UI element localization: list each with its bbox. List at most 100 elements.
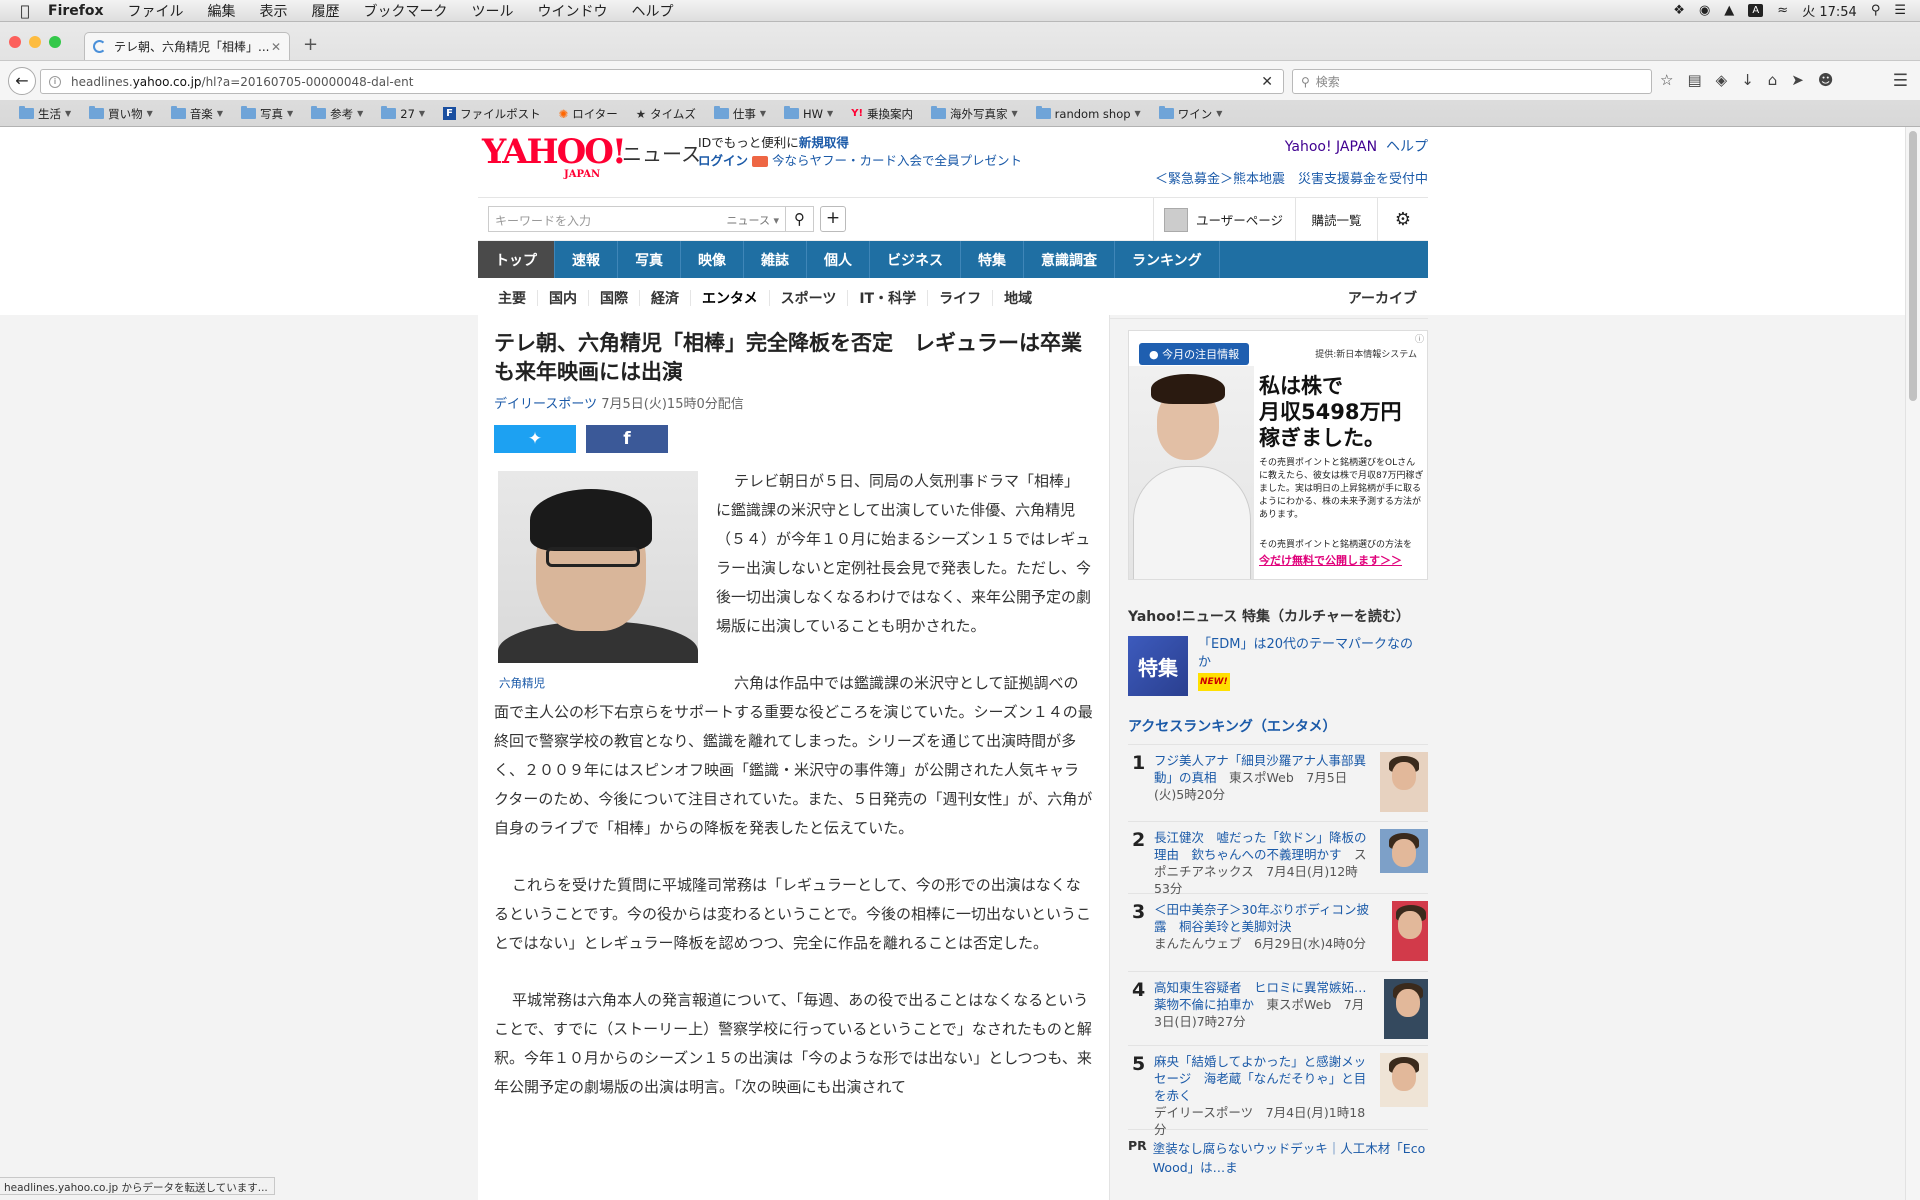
cat-sports[interactable]: スポーツ — [770, 290, 849, 307]
notification-center-icon[interactable]: ☰ — [1894, 3, 1906, 18]
cat-life[interactable]: ライフ — [928, 290, 994, 307]
ranking-thumbnail[interactable] — [1380, 752, 1428, 812]
bookmark-star-icon[interactable]: ☆ — [1660, 71, 1673, 89]
search-button[interactable]: ⚲ — [786, 206, 814, 232]
feature-link[interactable]: 「EDM」は20代のテーマパークなのか NEW! — [1198, 636, 1423, 696]
gnav-photo[interactable]: 写真 — [618, 241, 681, 278]
bookmark-folder[interactable]: 生活 ▼ — [10, 106, 80, 122]
user-page-link[interactable]: ユーザーページ — [1153, 198, 1293, 241]
search-scope-select[interactable]: ニュース ▾ — [727, 212, 779, 228]
gnav-survey[interactable]: 意識調査 — [1024, 241, 1115, 278]
ranking-link[interactable]: フジ美人アナ「細貝沙羅アナ人事部異動」の真相 東スポWeb 7月5日(火)5時2… — [1154, 752, 1372, 814]
ranking-thumbnail[interactable] — [1392, 901, 1428, 961]
gnav-business[interactable]: ビジネス — [870, 241, 961, 278]
menu-bookmarks[interactable]: ブックマーク — [352, 1, 460, 21]
stop-loading-icon[interactable]: ✕ — [1261, 74, 1273, 90]
close-tab-icon[interactable]: ✕ — [271, 40, 281, 54]
back-button[interactable]: ← — [8, 67, 36, 95]
cat-it-science[interactable]: IT・科学 — [848, 290, 929, 307]
twitter-share-button[interactable]: ✦ — [494, 425, 576, 453]
ad-info-icon[interactable]: ⓘ — [1415, 332, 1424, 345]
wifi-signal-icon[interactable]: ▲ — [1724, 3, 1734, 18]
ranking-thumbnail[interactable] — [1380, 829, 1428, 873]
minimize-window-button[interactable] — [29, 36, 41, 48]
gnav-feature[interactable]: 特集 — [961, 241, 1024, 278]
ranking-item[interactable]: 5 麻央「結婚してよかった」と感謝メッセージ 海老蔵「なんだそりゃ」と目を赤くデ… — [1128, 1046, 1428, 1137]
section-name[interactable]: ニュース — [622, 138, 701, 167]
menu-tools[interactable]: ツール — [460, 1, 526, 21]
cat-main[interactable]: 主要 — [478, 290, 538, 307]
pr-item[interactable]: PR 塗装なし腐らないウッドデッキ｜人工木材「Eco Wood」は…ま — [1128, 1130, 1428, 1176]
bookmark-folder[interactable]: 音楽 ▼ — [162, 106, 232, 122]
gnav-top[interactable]: トップ — [478, 241, 555, 278]
ranking-item[interactable]: 1 フジ美人アナ「細貝沙羅アナ人事部異動」の真相 東スポWeb 7月5日(火)5… — [1128, 745, 1428, 822]
scrollbar-thumb[interactable] — [1909, 131, 1917, 401]
page-scrollbar[interactable] — [1905, 127, 1920, 1200]
menu-file[interactable]: ファイル — [116, 1, 196, 21]
gnav-individual[interactable]: 個人 — [807, 241, 870, 278]
bookmark-link[interactable]: ✺ ロイター — [550, 106, 627, 122]
zoom-window-button[interactable] — [49, 36, 61, 48]
menu-edit[interactable]: 編集 — [196, 1, 248, 21]
add-button[interactable]: + — [820, 206, 846, 232]
cat-international[interactable]: 国際 — [589, 290, 640, 307]
ad-link[interactable]: 今だけ無料で公開します＞＞ — [1259, 552, 1402, 568]
feature-thumbnail[interactable]: 特集 — [1128, 636, 1188, 696]
gnav-flash[interactable]: 速報 — [555, 241, 618, 278]
bookmark-folder[interactable]: ワイン ▼ — [1150, 106, 1232, 122]
close-window-button[interactable] — [9, 36, 21, 48]
apple-icon[interactable]:  — [14, 2, 36, 20]
menu-app-name[interactable]: Firefox — [36, 3, 116, 19]
cat-region[interactable]: 地域 — [993, 290, 1043, 307]
gear-icon[interactable]: ⚙ — [1377, 198, 1428, 241]
bookmark-folder[interactable]: 仕事 ▼ — [705, 106, 775, 122]
promo-link[interactable]: 今ならヤフー・カード入会で全員プレゼント — [772, 153, 1022, 168]
creative-cloud-icon[interactable]: ◉ — [1699, 3, 1710, 18]
register-link[interactable]: 新規取得 — [799, 135, 849, 150]
cat-entertainment[interactable]: エンタメ — [691, 290, 770, 319]
ranking-item[interactable]: 3 ＜田中美奈子＞30年ぶりボディコン披露 桐谷美玲と美脚対決 まんたんウェブ 6… — [1128, 894, 1428, 972]
bookmark-folder[interactable]: 買い物 ▼ — [80, 106, 162, 122]
bookmark-link[interactable]: Y! 乗換案内 — [842, 106, 922, 122]
archive-link[interactable]: アーカイブ — [1337, 290, 1428, 307]
menu-help[interactable]: ヘルプ — [620, 1, 686, 21]
input-method-icon[interactable]: A — [1748, 4, 1764, 17]
bookmark-folder[interactable]: 参考 ▼ — [302, 106, 372, 122]
bookmark-folder[interactable]: 写真 ▼ — [232, 106, 302, 122]
home-icon[interactable]: ⌂ — [1768, 71, 1778, 89]
bookmark-folder[interactable]: HW ▼ — [775, 106, 842, 121]
cat-domestic[interactable]: 国内 — [538, 290, 589, 307]
bookmark-link[interactable]: F ファイルポスト — [434, 106, 550, 122]
chat-icon[interactable]: ☻ — [1818, 71, 1834, 89]
photo-caption[interactable]: 六角精児 — [499, 675, 702, 691]
browser-tab[interactable]: テレ朝、六角精児「相棒」... ✕ — [84, 32, 290, 60]
article-photo[interactable]: 六角精児 — [494, 467, 702, 691]
menu-window[interactable]: ウインドウ — [526, 1, 620, 21]
send-icon[interactable]: ➤ — [1791, 71, 1804, 89]
subscriptions-link[interactable]: 購読一覧 — [1295, 198, 1377, 241]
hamburger-menu-icon[interactable]: ☰ — [1893, 71, 1908, 91]
ranking-item[interactable]: 2 長江健次 嘘だった「欽ドン」降板の理由 欽ちゃんへの不義理明かす スポニチア… — [1128, 822, 1428, 896]
ranking-thumbnail[interactable] — [1380, 1053, 1428, 1107]
cat-economy[interactable]: 経済 — [640, 290, 691, 307]
article-image[interactable] — [498, 471, 698, 663]
ranking-link[interactable]: 高知東生容疑者 ヒロミに異常嫉妬…薬物不倫に拍車か 東スポWeb 7月3日(日)… — [1154, 979, 1372, 1038]
ranking-link[interactable]: 長江健次 嘘だった「欽ドン」降板の理由 欽ちゃんへの不義理明かす スポニチアネッ… — [1154, 829, 1372, 896]
ranking-item[interactable]: 4 高知東生容疑者 ヒロミに異常嫉妬…薬物不倫に拍車か 東スポWeb 7月3日(… — [1128, 972, 1428, 1046]
ranking-heading[interactable]: アクセスランキング（エンタメ） — [1128, 716, 1428, 745]
menu-history[interactable]: 履歴 — [300, 1, 352, 21]
menu-view[interactable]: 表示 — [248, 1, 300, 21]
spotlight-icon[interactable]: ⚲ — [1871, 3, 1881, 18]
ranking-link[interactable]: 麻央「結婚してよかった」と感謝メッセージ 海老蔵「なんだそりゃ」と目を赤く デイリ… — [1154, 1053, 1372, 1137]
urgent-donation-link[interactable]: ＜緊急募金＞熊本地震 災害支援募金を受付中 — [1155, 168, 1428, 187]
yahoo-japan-link[interactable]: Yahoo! JAPAN — [1285, 139, 1377, 155]
dropbox-icon[interactable]: ❖ — [1673, 3, 1685, 18]
bookmark-folder[interactable]: 海外写真家 ▼ — [922, 106, 1027, 122]
feature-item[interactable]: 特集 「EDM」は20代のテーマパークなのか NEW! — [1128, 636, 1428, 696]
bookmark-link[interactable]: ★ タイムズ — [627, 106, 705, 122]
bookmark-folder[interactable]: random shop ▼ — [1027, 106, 1150, 121]
keyword-input[interactable]: キーワードを入力 ニュース ▾ — [488, 206, 786, 232]
url-bar[interactable]: i headlines. yahoo.co.jp/hl?a=20160705-00… — [40, 69, 1284, 94]
gnav-video[interactable]: 映像 — [681, 241, 744, 278]
wifi-icon[interactable]: ≈ — [1777, 3, 1788, 18]
